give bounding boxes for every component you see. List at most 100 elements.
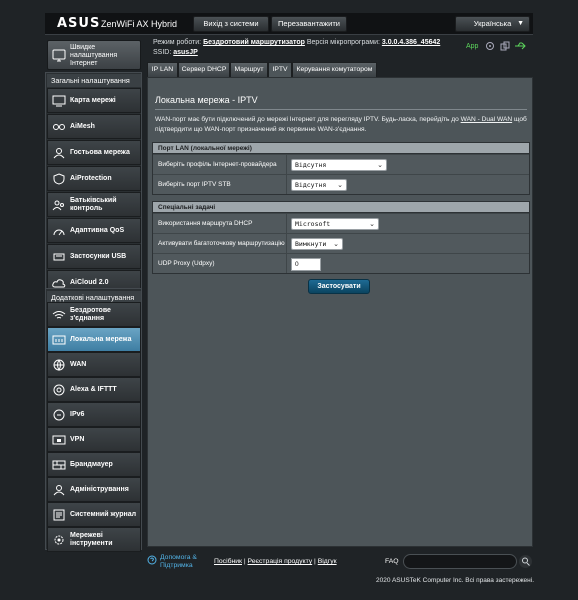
udpxy-input[interactable]: 0 (291, 258, 321, 271)
firmware-label: Версія мікропрограми: (306, 39, 380, 46)
parental-control-icon (52, 200, 64, 211)
isp-profile-select[interactable]: Відсутня ⌄ (291, 159, 387, 171)
firewall-icon (52, 460, 66, 470)
sidebar-item-firewall[interactable]: Брандмауер (47, 452, 141, 477)
lan-port-table: Порт LAN (локальної мережі) Виберіть про… (152, 142, 530, 195)
sidebar-item-aiprotection[interactable]: AiProtection (47, 166, 141, 191)
reboot-button[interactable]: Перезавантажити (271, 16, 347, 32)
dhcp-route-value: Microsoft (295, 220, 331, 228)
footer-links: Посібник | Реєстрація продукту | Відгук (214, 558, 337, 565)
sidebar-item-label: WAN (70, 360, 87, 368)
tab-iptv[interactable]: IPTV (268, 62, 292, 78)
chevron-down-icon: ⌄ (333, 240, 339, 248)
tab-switch-control[interactable]: Керування комутатором (292, 62, 377, 78)
vpn-icon (52, 435, 66, 445)
sidebar-item-label: Alexa & IFTTT (70, 385, 117, 393)
aimesh-icon (53, 124, 65, 130)
lan-icon (52, 335, 66, 345)
usb-icon[interactable] (514, 41, 526, 51)
sidebar-item-label: AiMesh (70, 122, 95, 130)
help-icon (147, 555, 157, 565)
ssid-label: SSID: (153, 49, 172, 56)
product-registration-link[interactable]: Реєстрація продукту (248, 558, 313, 565)
special-table: Спеціальні задачі Використання маршрута … (152, 201, 530, 274)
admin-icon (53, 485, 65, 496)
sidebar-item-adaptive-qos[interactable]: Адаптивна QoS (47, 218, 141, 243)
language-value: Українська (473, 19, 512, 28)
sidebar-item-parental-control[interactable]: Батьківський контроль (47, 192, 141, 217)
table-row: Виберіть порт IPTV STB Відсутня ⌄ (153, 174, 529, 194)
sidebar-item-alexa-ifttt[interactable]: Alexa & IFTTT (47, 377, 141, 402)
tab-route[interactable]: Маршрут (230, 62, 268, 78)
mesh-status-icon[interactable] (485, 41, 495, 51)
search-button[interactable] (519, 555, 532, 568)
logout-button[interactable]: Вихід з системи (193, 16, 269, 32)
tab-ip-lan[interactable]: IP LAN (147, 62, 178, 78)
alexa-icon (53, 384, 65, 396)
sidebar-item-vpn[interactable]: VPN (47, 427, 141, 452)
general-section-title: Загальні налаштування (47, 74, 141, 87)
globe-icon (53, 359, 65, 371)
special-header: Спеціальні задачі (153, 202, 529, 213)
wireless-icon (52, 311, 66, 319)
language-select[interactable]: Українська ▼ (455, 16, 530, 32)
help-support-link[interactable]: Допомога & Підтримка (160, 554, 210, 570)
network-map-icon (52, 95, 66, 107)
firmware-value[interactable]: 3.0.0.4.386_45642 (382, 39, 440, 46)
faq-search-input[interactable] (403, 554, 517, 569)
sidebar-item-label: Гостьова мережа (70, 148, 130, 156)
dhcp-route-label: Використання маршрута DHCP (153, 214, 287, 233)
sidebar-item-label: Адміністрування (70, 485, 129, 493)
apply-button[interactable]: Застосувати (308, 279, 370, 294)
manual-link[interactable]: Посібник (214, 558, 242, 565)
mode-value[interactable]: Бездротовий маршрутизатор (203, 39, 305, 46)
sidebar-item-system-log[interactable]: Системний журнал (47, 502, 141, 527)
table-row: Виберіть профіль Інтернет-провайдера Від… (153, 154, 529, 174)
sidebar-item-wireless[interactable]: Бездротове з'єднання (47, 302, 141, 327)
sidebar-item-label: Адаптивна QoS (70, 226, 125, 234)
shield-icon (53, 173, 65, 185)
dhcp-route-select[interactable]: Microsoft ⌄ (291, 218, 379, 230)
multicast-routing-label: Активувати багатоточкову маршрутизацію (153, 234, 287, 253)
sidebar-item-usb-apps[interactable]: Застосунки USB (47, 244, 141, 269)
sidebar-item-label: Застосунки USB (70, 252, 127, 260)
wan-dual-wan-link[interactable]: WAN - Dual WAN (461, 116, 513, 123)
feedback-link[interactable]: Відгук (318, 558, 337, 565)
sidebar-item-label: Системний журнал (70, 510, 137, 518)
sidebar-item-guest-network[interactable]: Гостьова мережа (47, 140, 141, 165)
sidebar-item-label: Брандмауер (70, 460, 113, 468)
iptv-stb-port-select[interactable]: Відсутня ⌄ (291, 179, 347, 191)
iptv-stb-port-label: Виберіть порт IPTV STB (153, 175, 287, 194)
asus-logo[interactable]: ASUS (57, 16, 100, 31)
sidebar-item-administration[interactable]: Адміністрування (47, 477, 141, 502)
sidebar-item-label: VPN (70, 435, 85, 443)
log-icon (53, 509, 65, 521)
sidebar-item-wan[interactable]: WAN (47, 352, 141, 377)
page-description: WAN-порт має бути підключений до мережі … (155, 115, 527, 135)
table-row: UDP Proxy (Udpxy) 0 (153, 253, 529, 273)
ssid-value: asusJP (173, 49, 198, 56)
chevron-down-icon: ⌄ (337, 181, 343, 189)
copy-icon[interactable] (500, 41, 510, 51)
multicast-routing-select[interactable]: Вимкнути ⌄ (291, 238, 343, 250)
sidebar-item-label: Карта мережі (70, 96, 116, 104)
title-divider (155, 109, 527, 110)
description-text: WAN-порт має бути підключений до мережі … (155, 116, 459, 123)
chevron-down-icon: ⌄ (377, 161, 383, 169)
faq-label: FAQ (385, 558, 399, 565)
tab-dhcp-server[interactable]: Сервер DHCP (178, 62, 230, 78)
sidebar-item-network-tools[interactable]: Мережеві інструменти (47, 527, 141, 552)
sidebar-item-lan[interactable]: Локальна мережа (47, 327, 141, 352)
app-link[interactable]: App (466, 43, 478, 50)
guest-network-icon (53, 148, 65, 159)
sidebar-item-ipv6[interactable]: IPv6 (47, 402, 141, 427)
isp-profile-value: Відсутня (295, 161, 327, 169)
footer: Допомога & Підтримка Посібник | Реєстрац… (147, 553, 533, 573)
sidebar-item-aimesh[interactable]: AiMesh (47, 114, 141, 139)
quick-internet-label: Швидке налаштування Інтернет (70, 44, 118, 67)
quick-internet-setup[interactable]: Швидке налаштування Інтернет (47, 40, 141, 70)
isp-profile-label: Виберіть профіль Інтернет-провайдера (153, 155, 287, 174)
sidebar-item-network-map[interactable]: Карта мережі (47, 88, 141, 113)
sidebar-item-label: Бездротове з'єднання (70, 306, 111, 322)
gauge-icon (53, 229, 65, 236)
